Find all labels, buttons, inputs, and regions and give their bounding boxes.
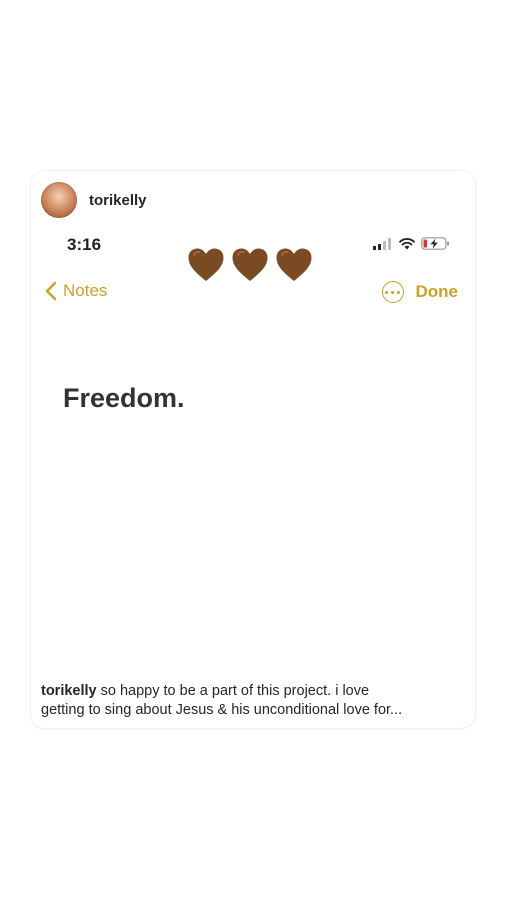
heart-stickers bbox=[187, 247, 313, 283]
notes-back-button[interactable]: Notes bbox=[45, 281, 107, 301]
brown-heart-icon bbox=[232, 248, 268, 281]
battery-charging-icon bbox=[421, 237, 449, 250]
wifi-icon bbox=[399, 237, 415, 249]
post-card: torikelly 3:16 Notes Done Freedom. torik… bbox=[31, 171, 475, 728]
caption-username[interactable]: torikelly bbox=[41, 683, 97, 699]
brown-heart-icon bbox=[276, 248, 312, 281]
status-time: 3:16 bbox=[67, 235, 102, 254]
username[interactable]: torikelly bbox=[89, 192, 147, 209]
brown-heart-icon bbox=[188, 248, 224, 281]
signal-icon bbox=[373, 237, 391, 250]
post-header: torikelly bbox=[41, 181, 147, 219]
more-options-icon[interactable] bbox=[381, 281, 404, 303]
done-button[interactable]: Done bbox=[416, 282, 459, 302]
nav-actions: Done bbox=[381, 281, 459, 303]
caption-line-1: so happy to be a part of this project. i… bbox=[100, 683, 370, 699]
chevron-left-icon bbox=[45, 281, 57, 301]
avatar[interactable] bbox=[41, 182, 77, 218]
notes-back-label: Notes bbox=[63, 281, 108, 300]
note-text[interactable]: Freedom. bbox=[63, 383, 185, 414]
post-caption: torikelly so happy to be a part of this … bbox=[41, 682, 461, 720]
status-icons bbox=[373, 237, 450, 250]
caption-line-2[interactable]: getting to sing about Jesus & his uncond… bbox=[41, 702, 402, 718]
